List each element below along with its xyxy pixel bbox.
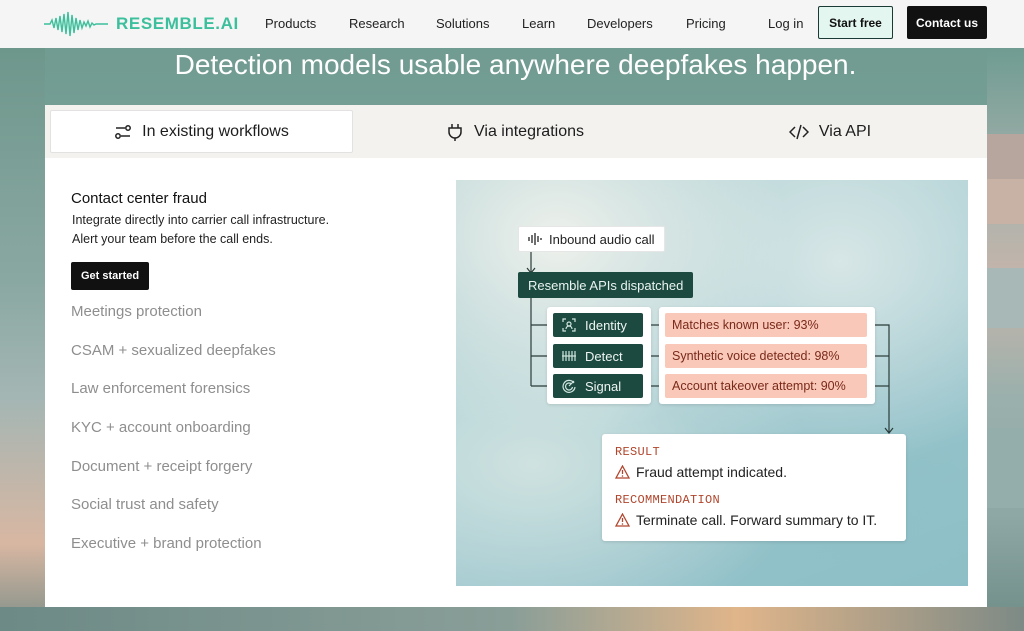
api-label: Detect <box>585 348 623 364</box>
warning-icon <box>615 465 630 479</box>
inbound-audio-chip: Inbound audio call <box>518 226 665 252</box>
logo[interactable]: RESEMBLE.AI <box>44 10 239 38</box>
use-case-social-trust[interactable]: Social trust and safety <box>71 496 276 535</box>
identity-api: Identity <box>553 313 643 337</box>
use-case-executive[interactable]: Executive + brand protection <box>71 535 276 574</box>
tab-label: Via API <box>818 122 872 140</box>
tab-label: In existing workflows <box>142 122 289 140</box>
use-case-list: Meetings protection CSAM + sexualized de… <box>71 303 276 574</box>
apis-dispatched-chip: Resemble APIs dispatched <box>518 272 694 298</box>
background-bottom <box>0 607 1024 631</box>
api-panel: Identity Detect Signal <box>547 307 651 404</box>
use-case-description: Integrate directly into carrier call inf… <box>72 211 329 249</box>
nav-solutions[interactable]: Solutions <box>436 16 489 31</box>
background-left <box>0 48 45 631</box>
get-started-button[interactable]: Get started <box>71 262 150 290</box>
result-label: RESULT <box>615 445 661 459</box>
use-case-document-forgery[interactable]: Document + receipt forgery <box>71 458 276 497</box>
tab-api[interactable]: Via API <box>680 110 980 153</box>
warning-icon <box>615 513 630 527</box>
code-icon <box>788 124 809 139</box>
active-use-case: Contact center fraud Integrate directly … <box>71 190 329 290</box>
description-line: Alert your team before the call ends. <box>72 232 273 246</box>
api-label: Identity <box>585 317 627 333</box>
findings-panel: Matches known user: 93% Synthetic voice … <box>659 307 875 404</box>
background-right <box>987 48 1024 631</box>
detect-api: Detect <box>553 344 643 368</box>
tab-integrations[interactable]: Via integrations <box>365 110 665 153</box>
nav-developers[interactable]: Developers <box>587 16 653 31</box>
finding-item: Account takeover attempt: 90% <box>665 374 867 398</box>
top-navbar: RESEMBLE.AI Products Research Solutions … <box>0 0 1024 48</box>
recommendation-label: RECOMMENDATION <box>615 493 721 507</box>
use-case-title: Contact center fraud <box>71 190 207 207</box>
detect-icon <box>562 351 576 361</box>
finding-item: Matches known user: 93% <box>665 313 867 337</box>
recommendation-line: Terminate call. Forward summary to IT. <box>615 512 877 528</box>
fraud-flow-diagram: Inbound audio call Resemble APIs dispatc… <box>456 180 968 586</box>
workflow-icon <box>115 124 132 139</box>
nav-learn[interactable]: Learn <box>522 16 555 31</box>
audio-wave-icon <box>528 233 542 245</box>
nav-research[interactable]: Research <box>349 16 405 31</box>
dispatched-label: Resemble APIs dispatched <box>528 277 684 293</box>
api-label: Signal <box>585 378 622 394</box>
result-text: Fraud attempt indicated. <box>636 464 787 480</box>
finding-item: Synthetic voice detected: 98% <box>665 344 867 368</box>
inbound-label: Inbound audio call <box>549 231 655 247</box>
tab-existing-workflows[interactable]: In existing workflows <box>50 110 353 153</box>
recommendation-text: Terminate call. Forward summary to IT. <box>636 512 878 528</box>
use-case-csam[interactable]: CSAM + sexualized deepfakes <box>71 342 276 381</box>
signal-icon <box>562 379 576 393</box>
tab-bar: In existing workflows Via integrations V… <box>45 105 987 158</box>
use-case-meetings[interactable]: Meetings protection <box>71 303 276 342</box>
signal-api: Signal <box>553 374 643 398</box>
nav-products[interactable]: Products <box>265 16 316 31</box>
use-case-kyc[interactable]: KYC + account onboarding <box>71 419 276 458</box>
start-free-button[interactable]: Start free <box>818 6 893 39</box>
tab-label: Via integrations <box>474 122 584 140</box>
waveform-logo-icon <box>44 11 108 37</box>
login-link[interactable]: Log in <box>768 16 803 31</box>
solutions-card: In existing workflows Via integrations V… <box>45 105 987 607</box>
page-headline: Detection models usable anywhere deepfak… <box>174 49 857 80</box>
identity-icon <box>562 318 576 332</box>
contact-us-button[interactable]: Contact us <box>907 6 987 39</box>
plug-icon <box>448 123 462 141</box>
logo-text: RESEMBLE.AI <box>116 14 239 33</box>
description-line: Integrate directly into carrier call inf… <box>72 213 330 227</box>
nav-pricing[interactable]: Pricing <box>686 16 726 31</box>
use-case-law-enforcement[interactable]: Law enforcement forensics <box>71 380 276 419</box>
result-box: RESULT Fraud attempt indicated. RECOMMEN… <box>602 434 906 541</box>
result-line: Fraud attempt indicated. <box>615 464 877 480</box>
